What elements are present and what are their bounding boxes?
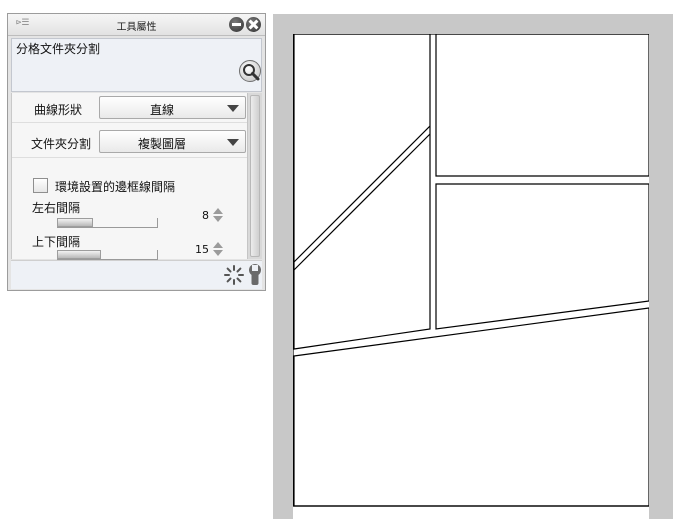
env-setting-label: 環境設置的邊框線間隔: [55, 180, 176, 194]
tool-property-panel: ⊳☰ 工具屬性 分格文件夾分割 曲線形狀 直線 文件夾分割 複製圖層 環境設置的…: [7, 13, 266, 291]
curve-shape-dropdown[interactable]: 直線: [99, 96, 246, 119]
slider-fill: [57, 218, 93, 227]
vertical-gap-value: 15: [195, 243, 209, 256]
panel-footer: [11, 260, 262, 289]
manga-page[interactable]: [293, 34, 649, 522]
magnify-icon[interactable]: [239, 60, 261, 82]
folder-split-dropdown[interactable]: 複製圖層: [99, 130, 246, 153]
page-border: [293, 34, 649, 507]
curve-shape-label: 曲線形狀: [34, 103, 83, 117]
vertical-gap-slider[interactable]: [57, 250, 158, 260]
folder-split-label: 文件夾分割: [31, 137, 92, 151]
property-list: 曲線形狀 直線 文件夾分割 複製圖層 環境設置的邊框線間隔 左右間隔 8 上下間…: [11, 93, 248, 260]
scrollbar-thumb[interactable]: [250, 95, 260, 257]
folder-split-value: 複製圖層: [137, 137, 186, 151]
slider-fill: [57, 250, 101, 259]
horizontal-gap-slider[interactable]: [57, 218, 158, 228]
tool-name-box: 分格文件夾分割: [11, 38, 262, 92]
split-line-b: [293, 133, 431, 271]
curve-shape-row: 曲線形狀 直線: [12, 93, 248, 123]
vertical-gap-spinner[interactable]: [213, 242, 223, 258]
horizontal-gap-spinner[interactable]: [213, 208, 223, 224]
reset-icon[interactable]: [223, 264, 245, 286]
comic-panel-3: [435, 183, 649, 330]
spin-up-icon[interactable]: [213, 242, 223, 248]
vertical-gap-label: 上下間隔: [32, 235, 81, 249]
chevron-down-icon: [227, 139, 239, 146]
comic-panel-1: [293, 34, 431, 350]
panel-frames: [293, 34, 649, 507]
close-icon[interactable]: [246, 17, 261, 32]
canvas-area[interactable]: [273, 14, 673, 522]
curve-shape-value: 直線: [149, 103, 174, 117]
spin-down-icon[interactable]: [213, 216, 223, 222]
spin-down-icon[interactable]: [213, 250, 223, 256]
comic-panel-4: [293, 307, 649, 507]
env-setting-checkbox[interactable]: [33, 178, 48, 193]
split-line-a: [293, 125, 431, 263]
tool-name: 分格文件夾分割: [16, 42, 101, 56]
panel-titlebar[interactable]: ⊳☰ 工具屬性: [8, 14, 265, 36]
panel-title: 工具屬性: [116, 22, 157, 33]
wrench-icon[interactable]: [246, 263, 264, 287]
minimize-icon[interactable]: [229, 17, 244, 32]
horizontal-gap-value: 8: [202, 209, 209, 222]
spin-up-icon[interactable]: [213, 208, 223, 214]
horizontal-gap-label: 左右間隔: [32, 201, 81, 215]
folder-split-row: 文件夾分割 複製圖層: [12, 127, 248, 158]
property-scrollbar[interactable]: [247, 93, 262, 259]
comic-panel-2: [435, 34, 649, 177]
chevron-down-icon: [227, 105, 239, 112]
